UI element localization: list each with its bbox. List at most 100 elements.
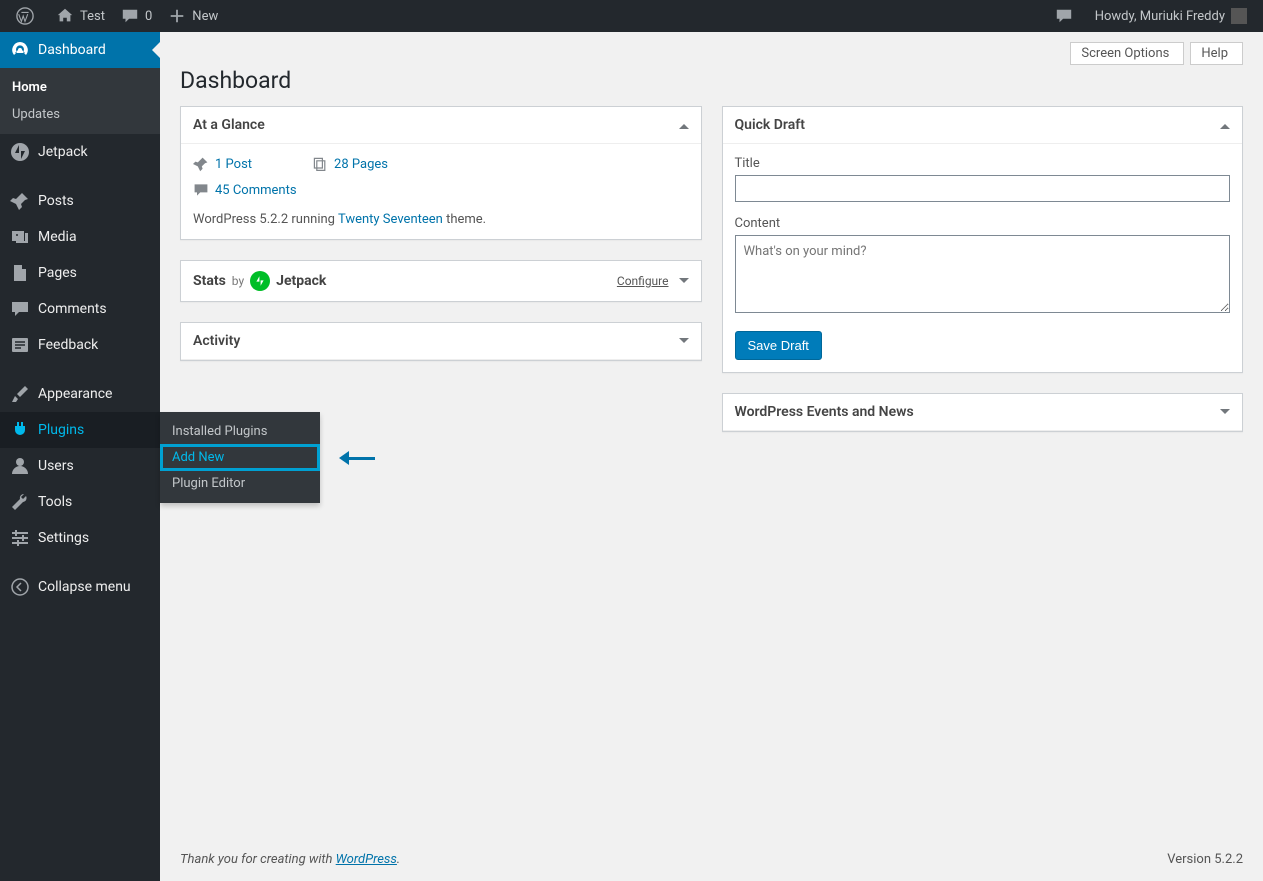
footer-version: Version 5.2.2 bbox=[1167, 852, 1243, 867]
menu-tools[interactable]: Tools bbox=[0, 484, 160, 520]
settings-icon bbox=[10, 528, 30, 548]
menu-label: Jetpack bbox=[38, 144, 88, 160]
menu-label: Dashboard bbox=[38, 42, 106, 58]
main-content: Screen Options Help Dashboard At a Glanc… bbox=[160, 32, 1263, 881]
comment-icon bbox=[10, 299, 30, 319]
glance-posts-text: 1 Post bbox=[215, 157, 252, 172]
pages-icon bbox=[312, 156, 328, 172]
wp-logo-menu[interactable] bbox=[8, 0, 48, 32]
menu-label: Comments bbox=[38, 301, 107, 317]
menu-jetpack[interactable]: Jetpack bbox=[0, 134, 160, 170]
menu-label: Posts bbox=[38, 193, 74, 209]
box-header[interactable]: Activity bbox=[181, 323, 701, 360]
comments-link[interactable]: 0 bbox=[113, 0, 160, 32]
wrench-icon bbox=[10, 492, 30, 512]
footer-thanks: Thank you for creating with WordPress. bbox=[180, 852, 400, 867]
collapse-icon bbox=[10, 577, 30, 597]
new-label: New bbox=[192, 9, 218, 24]
menu-label: Media bbox=[38, 229, 77, 245]
box-header[interactable]: At a Glance bbox=[181, 107, 701, 144]
menu-label: Collapse menu bbox=[38, 579, 131, 595]
screen-options-button[interactable]: Screen Options bbox=[1070, 42, 1184, 65]
chevron-down-icon[interactable] bbox=[679, 278, 689, 288]
dashboard-submenu: Home Updates bbox=[0, 68, 160, 134]
theme-link[interactable]: Twenty Seventeen bbox=[338, 212, 443, 227]
chevron-down-icon[interactable] bbox=[679, 338, 689, 348]
quick-draft-box: Quick Draft Title Content Save Draft bbox=[722, 106, 1244, 373]
menu-media[interactable]: Media bbox=[0, 219, 160, 255]
menu-comments[interactable]: Comments bbox=[0, 291, 160, 327]
menu-dashboard[interactable]: Dashboard bbox=[0, 32, 160, 68]
page-title: Dashboard bbox=[160, 65, 1263, 106]
wordpress-icon bbox=[16, 7, 34, 25]
help-label: Help bbox=[1201, 46, 1228, 61]
submenu-home[interactable]: Home bbox=[0, 74, 160, 101]
plugin-icon bbox=[10, 420, 30, 440]
avatar bbox=[1231, 8, 1247, 24]
howdy-text: Howdy, Muriuki Freddy bbox=[1095, 9, 1225, 24]
admin-toolbar: Test 0 New Howdy, Muriuki Freddy bbox=[0, 0, 1263, 32]
glance-comments-text: 45 Comments bbox=[215, 183, 297, 198]
admin-footer: Thank you for creating with WordPress. V… bbox=[160, 838, 1263, 881]
home-icon bbox=[56, 7, 74, 25]
menu-appearance[interactable]: Appearance bbox=[0, 376, 160, 412]
menu-label: Settings bbox=[38, 530, 89, 546]
notifications-link[interactable] bbox=[1047, 0, 1087, 32]
new-content-link[interactable]: New bbox=[160, 0, 226, 32]
glance-posts-link[interactable]: 1 Post bbox=[193, 156, 252, 172]
chevron-up-icon[interactable] bbox=[1220, 119, 1230, 129]
jetpack-icon bbox=[10, 142, 30, 162]
stats-title: Stats by Jetpack bbox=[193, 271, 326, 291]
box-header[interactable]: WordPress Events and News bbox=[723, 394, 1243, 431]
stats-label: Stats bbox=[193, 273, 226, 289]
glance-comments-link[interactable]: 45 Comments bbox=[193, 182, 689, 198]
menu-label: Tools bbox=[38, 494, 72, 510]
wp-version-text: WordPress 5.2.2 running Twenty Seventeen… bbox=[193, 212, 689, 227]
stats-box: Stats by Jetpack Configure bbox=[180, 260, 702, 302]
draft-content-input[interactable] bbox=[735, 235, 1231, 313]
content-label: Content bbox=[735, 216, 1231, 231]
dashboard-icon bbox=[10, 40, 30, 60]
menu-pages[interactable]: Pages bbox=[0, 255, 160, 291]
media-icon bbox=[10, 227, 30, 247]
comment-icon bbox=[121, 7, 139, 25]
chevron-up-icon[interactable] bbox=[679, 119, 689, 129]
menu-users[interactable]: Users bbox=[0, 448, 160, 484]
events-news-box: WordPress Events and News bbox=[722, 393, 1244, 432]
menu-label: Feedback bbox=[38, 337, 98, 353]
version-post: theme. bbox=[443, 212, 486, 227]
site-name-link[interactable]: Test bbox=[48, 0, 113, 32]
comment-icon bbox=[193, 182, 209, 198]
at-a-glance-box: At a Glance 1 Post 28 Pages bbox=[180, 106, 702, 240]
box-title: At a Glance bbox=[193, 117, 265, 133]
save-draft-button[interactable]: Save Draft bbox=[735, 331, 822, 360]
menu-label: Users bbox=[38, 458, 74, 474]
wordpress-link[interactable]: WordPress bbox=[336, 852, 397, 867]
stats-by: by bbox=[232, 274, 244, 288]
box-header[interactable]: Quick Draft bbox=[723, 107, 1243, 144]
jetpack-label: Jetpack bbox=[276, 273, 326, 289]
comments-count: 0 bbox=[145, 9, 152, 24]
draft-title-input[interactable] bbox=[735, 175, 1231, 202]
help-button[interactable]: Help bbox=[1190, 42, 1243, 65]
site-name: Test bbox=[80, 9, 105, 24]
menu-posts[interactable]: Posts bbox=[0, 183, 160, 219]
chevron-down-icon[interactable] bbox=[1220, 409, 1230, 419]
feedback-icon bbox=[10, 335, 30, 355]
collapse-menu[interactable]: Collapse menu bbox=[0, 569, 160, 605]
glance-pages-link[interactable]: 28 Pages bbox=[312, 156, 388, 172]
my-account-link[interactable]: Howdy, Muriuki Freddy bbox=[1087, 0, 1255, 32]
box-title: Quick Draft bbox=[735, 117, 805, 133]
menu-label: Appearance bbox=[38, 386, 112, 402]
menu-feedback[interactable]: Feedback bbox=[0, 327, 160, 363]
configure-link[interactable]: Configure bbox=[617, 274, 669, 288]
fly-add-new[interactable]: Add New bbox=[160, 444, 320, 471]
plus-icon bbox=[168, 7, 186, 25]
box-title: Activity bbox=[193, 333, 240, 349]
menu-settings[interactable]: Settings bbox=[0, 520, 160, 556]
screen-options-label: Screen Options bbox=[1081, 46, 1169, 61]
menu-label: Pages bbox=[38, 265, 77, 281]
user-icon bbox=[10, 456, 30, 476]
submenu-updates[interactable]: Updates bbox=[0, 101, 160, 128]
menu-plugins[interactable]: Plugins Installed Plugins Add New Plugin… bbox=[0, 412, 160, 448]
